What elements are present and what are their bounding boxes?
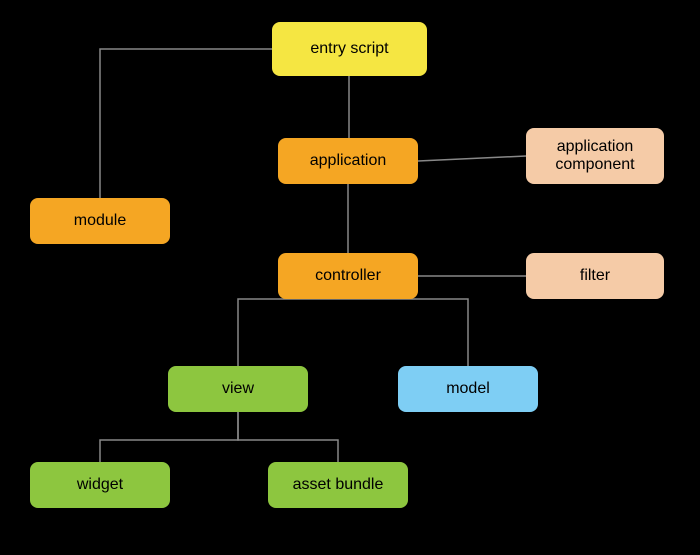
- node-asset-bundle: asset bundle: [268, 462, 408, 508]
- node-entry-script: entry script: [272, 22, 427, 76]
- connection-line: [238, 412, 338, 462]
- connection-line: [418, 156, 526, 161]
- node-model: model: [398, 366, 538, 412]
- node-controller: controller: [278, 253, 418, 299]
- connection-line: [100, 412, 238, 462]
- connection-line: [348, 299, 468, 366]
- node-view: view: [168, 366, 308, 412]
- node-application-component: application component: [526, 128, 664, 184]
- connection-line: [100, 49, 272, 198]
- connection-line: [238, 299, 348, 366]
- node-module: module: [30, 198, 170, 244]
- node-application: application: [278, 138, 418, 184]
- node-filter: filter: [526, 253, 664, 299]
- node-widget: widget: [30, 462, 170, 508]
